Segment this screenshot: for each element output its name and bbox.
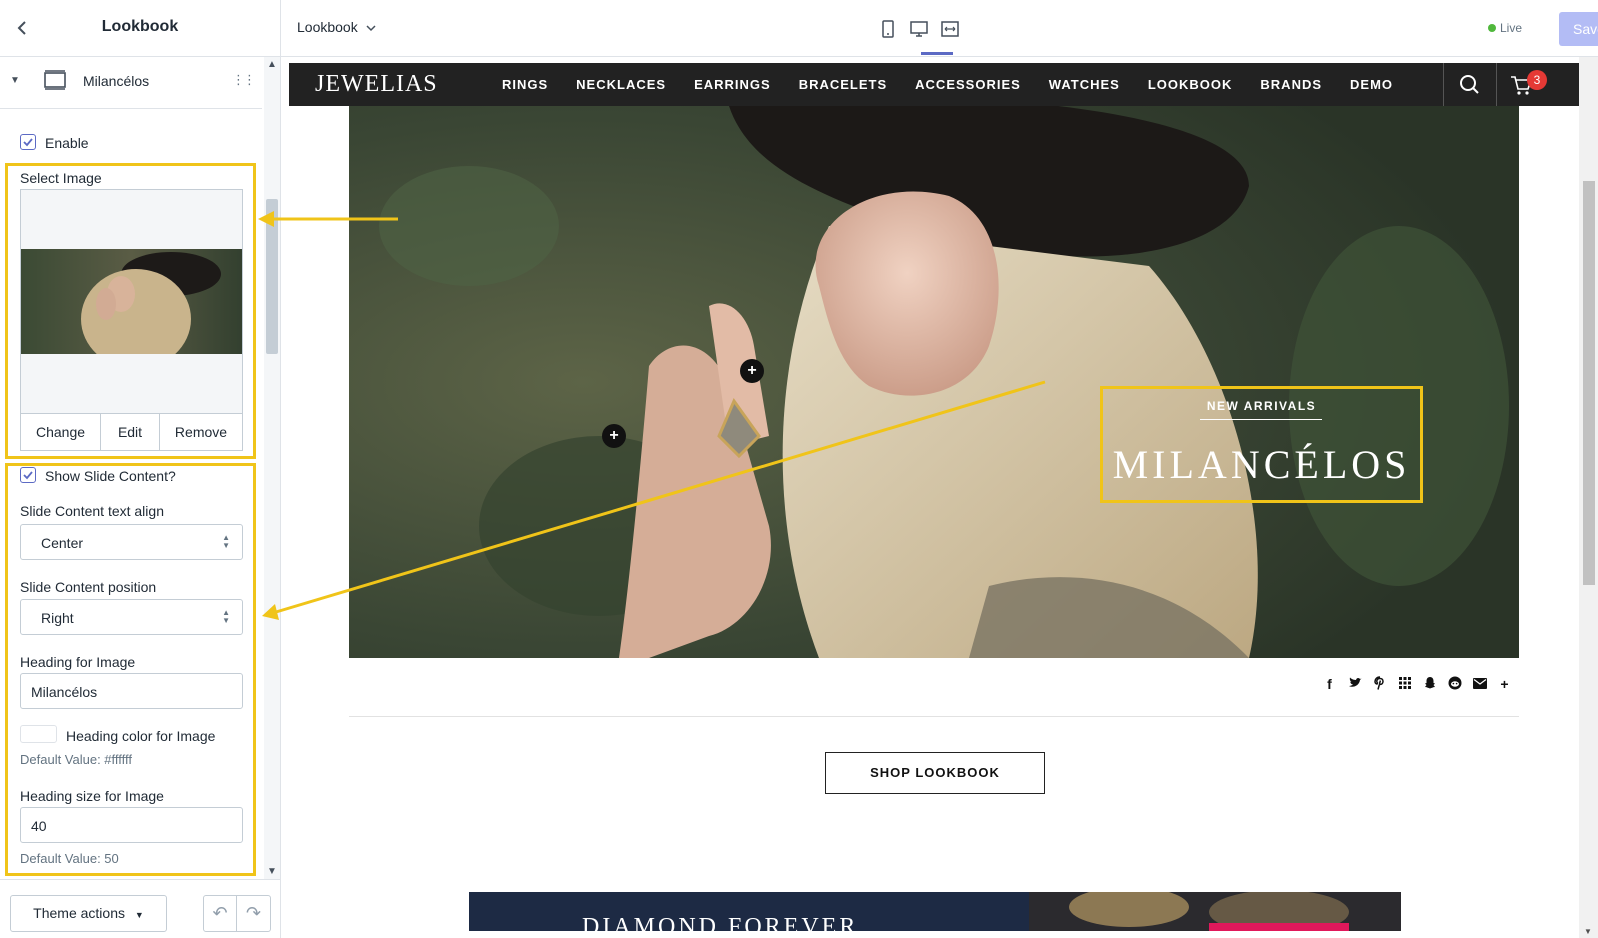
drag-handle-icon[interactable]: ⋮⋮ bbox=[232, 72, 256, 88]
share-icons: f + bbox=[1317, 676, 1517, 693]
page-selector-label: Lookbook bbox=[297, 19, 358, 35]
live-label: Live bbox=[1500, 21, 1523, 35]
reddit-icon[interactable] bbox=[1442, 676, 1467, 693]
section-label: Milancélos bbox=[83, 73, 150, 89]
hotspot-plus-icon[interactable]: + bbox=[602, 424, 626, 448]
store-nav-menu: RINGS NECKLACES EARRINGS BRACELETS ACCES… bbox=[502, 77, 1421, 92]
banner-heading: DIAMOND FOREVER bbox=[582, 914, 859, 931]
caret-down-icon: ▼ bbox=[134, 910, 144, 920]
diamond-banner: DIAMOND FOREVER bbox=[469, 892, 1401, 931]
store-preview: JEWELIAS RINGS NECKLACES EARRINGS BRACEL… bbox=[289, 63, 1581, 931]
undo-redo-group: ↶ ↷ bbox=[203, 895, 271, 932]
desktop-icon[interactable] bbox=[909, 19, 931, 41]
theme-editor-sidebar: Lookbook ▼ Milancélos ⋮⋮ ▲ ▼ Enable Sele… bbox=[0, 0, 281, 938]
align-label: Slide Content text align bbox=[20, 503, 164, 519]
select-arrows-icon: ▲ ▼ bbox=[222, 533, 230, 550]
edit-image-button[interactable]: Edit bbox=[101, 414, 160, 450]
heading-size-label: Heading size for Image bbox=[20, 788, 164, 804]
lookbook-hero-image: + + NEW ARRIVALS MILANCÉLOS bbox=[349, 106, 1519, 658]
sidebar-footer: Theme actions ▼ ↶ ↷ bbox=[0, 879, 280, 938]
hotspot-plus-icon[interactable]: + bbox=[740, 359, 764, 383]
caret-down-icon[interactable]: ▼ bbox=[10, 75, 20, 86]
scroll-down-icon[interactable]: ▼ bbox=[1584, 927, 1592, 936]
nav-item-lookbook[interactable]: LOOKBOOK bbox=[1148, 77, 1233, 92]
store-logo[interactable]: JEWELIAS bbox=[315, 71, 438, 98]
preview-divider bbox=[349, 716, 1519, 717]
nav-item-bracelets[interactable]: BRACELETS bbox=[799, 77, 887, 92]
plus-icon[interactable]: + bbox=[1492, 676, 1517, 693]
email-icon[interactable] bbox=[1467, 676, 1492, 693]
search-icon[interactable] bbox=[1443, 63, 1495, 106]
tumblr-icon[interactable] bbox=[1392, 676, 1417, 693]
nav-item-watches[interactable]: WATCHES bbox=[1049, 77, 1120, 92]
mobile-icon[interactable] bbox=[878, 19, 900, 41]
enable-checkbox[interactable] bbox=[20, 134, 36, 150]
remove-image-button[interactable]: Remove bbox=[160, 414, 242, 450]
sidebar-title: Lookbook bbox=[101, 18, 179, 35]
hero-subheading: NEW ARRIVALS bbox=[1206, 399, 1317, 413]
heading-input[interactable]: Milancélos bbox=[20, 673, 243, 709]
snapchat-icon[interactable] bbox=[1417, 676, 1442, 693]
show-content-label: Show Slide Content? bbox=[45, 468, 176, 484]
heading-input-value: Milancélos bbox=[31, 684, 98, 700]
editor-topbar: Lookbook Live Save bbox=[281, 0, 1598, 57]
full-width-icon[interactable] bbox=[940, 19, 962, 41]
selected-image-thumbnail bbox=[21, 249, 242, 354]
nav-item-rings[interactable]: RINGS bbox=[502, 77, 548, 92]
content-position-select[interactable]: Right ▲ ▼ bbox=[20, 599, 243, 635]
page-selector[interactable]: Lookbook bbox=[297, 19, 376, 35]
nav-item-necklaces[interactable]: NECKLACES bbox=[576, 77, 666, 92]
text-align-value: Center bbox=[41, 535, 84, 551]
image-picker[interactable]: Change Edit Remove bbox=[20, 189, 243, 451]
save-button[interactable]: Save bbox=[1559, 12, 1598, 46]
heading-color-swatch[interactable] bbox=[20, 725, 57, 743]
store-nav: JEWELIAS RINGS NECKLACES EARRINGS BRACEL… bbox=[289, 63, 1581, 106]
hero-heading: MILANCÉLOS bbox=[1112, 442, 1411, 487]
theme-actions-button[interactable]: Theme actions ▼ bbox=[10, 895, 167, 932]
change-image-button[interactable]: Change bbox=[21, 414, 101, 450]
theme-actions-label: Theme actions bbox=[33, 905, 125, 921]
chevron-down-icon bbox=[366, 19, 376, 35]
enable-label: Enable bbox=[45, 135, 89, 151]
select-image-label: Select Image bbox=[20, 170, 102, 186]
pinterest-icon[interactable] bbox=[1367, 676, 1392, 693]
cart-count-badge: 3 bbox=[1527, 70, 1547, 90]
twitter-icon[interactable] bbox=[1342, 676, 1367, 693]
preview-scrollbar[interactable]: ▼ bbox=[1579, 57, 1598, 938]
content-position-value: Right bbox=[41, 610, 74, 626]
nav-item-accessories[interactable]: ACCESSORIES bbox=[915, 77, 1021, 92]
redo-icon[interactable]: ↷ bbox=[237, 896, 270, 931]
live-status: Live bbox=[1488, 21, 1522, 35]
scroll-up-icon[interactable]: ▲ bbox=[267, 59, 277, 70]
shop-lookbook-button[interactable]: SHOP LOOKBOOK bbox=[825, 752, 1045, 794]
active-device-indicator bbox=[921, 52, 953, 55]
preview-scrollbar-thumb[interactable] bbox=[1583, 181, 1595, 585]
sidebar-scrollbar[interactable]: ▲ ▼ bbox=[264, 57, 280, 879]
cart-icon[interactable]: 3 bbox=[1496, 63, 1548, 106]
nav-item-earrings[interactable]: EARRINGS bbox=[694, 77, 771, 92]
slideshow-icon bbox=[44, 70, 66, 90]
heading-color-label: Heading color for Image bbox=[66, 728, 216, 744]
text-align-select[interactable]: Center ▲ ▼ bbox=[20, 524, 243, 560]
slide-content-box: NEW ARRIVALS MILANCÉLOS bbox=[1100, 386, 1423, 503]
nav-item-demo[interactable]: DEMO bbox=[1350, 77, 1393, 92]
facebook-icon[interactable]: f bbox=[1317, 676, 1342, 693]
heading-size-value: 40 bbox=[31, 818, 47, 834]
heading-size-default: Default Value: 50 bbox=[20, 851, 119, 866]
live-dot-icon bbox=[1488, 24, 1496, 32]
heading-size-input[interactable]: 40 bbox=[20, 807, 243, 843]
nav-item-brands[interactable]: BRANDS bbox=[1260, 77, 1322, 92]
sidebar-header: Lookbook bbox=[0, 0, 280, 57]
scroll-down-icon[interactable]: ▼ bbox=[267, 866, 277, 877]
heading-color-default: Default Value: #ffffff bbox=[20, 752, 133, 767]
scrollbar-thumb[interactable] bbox=[266, 199, 278, 354]
undo-icon[interactable]: ↶ bbox=[204, 896, 238, 931]
hero-divider bbox=[1200, 419, 1322, 420]
heading-label: Heading for Image bbox=[20, 654, 136, 670]
select-arrows-icon: ▲ ▼ bbox=[222, 608, 230, 625]
section-header-milancelos[interactable]: ▼ Milancélos ⋮⋮ bbox=[0, 57, 262, 109]
position-label: Slide Content position bbox=[20, 579, 157, 595]
show-content-checkbox[interactable] bbox=[20, 467, 36, 483]
